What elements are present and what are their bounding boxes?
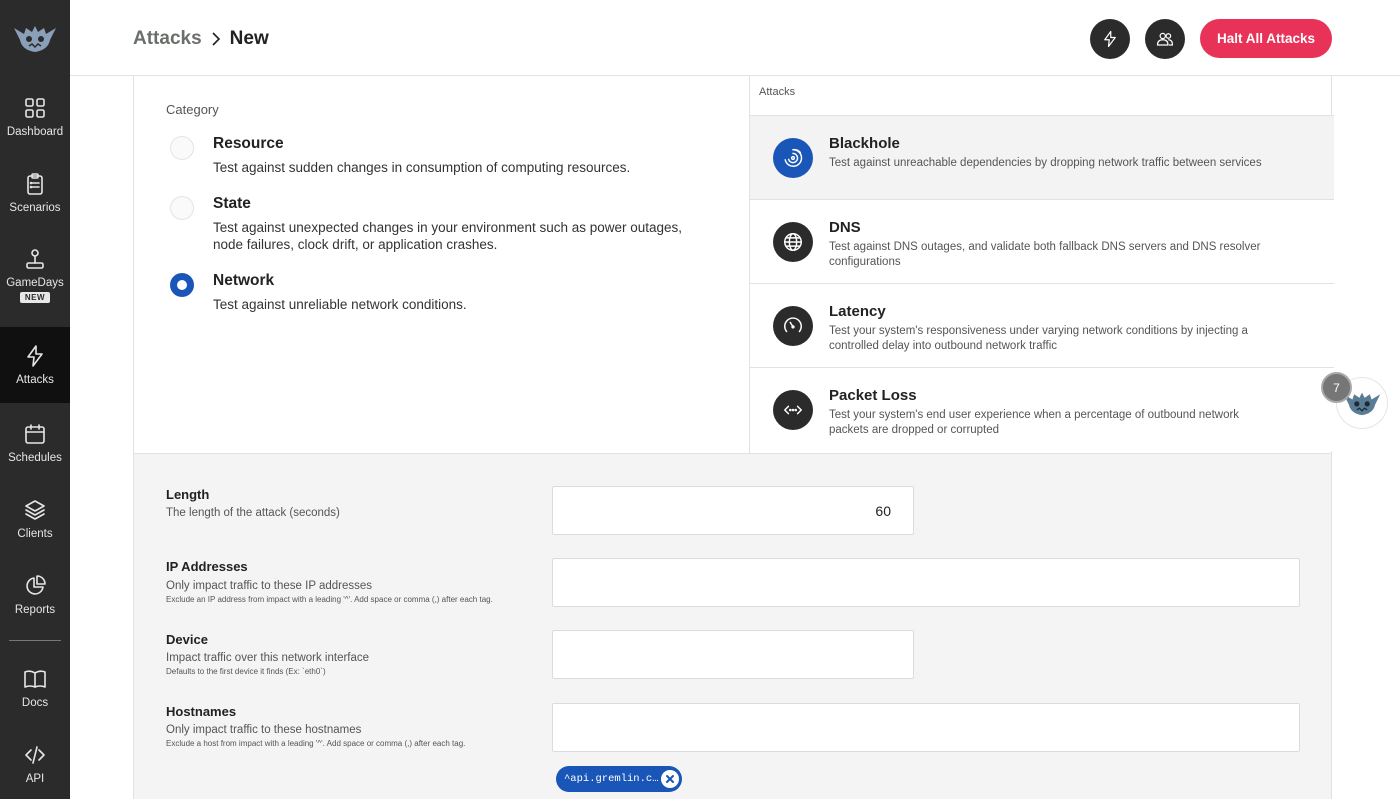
radio-network[interactable] (170, 273, 194, 297)
helper-count-badge: 7 (1321, 372, 1352, 403)
length-label: Length (166, 487, 210, 502)
lightning-icon (1104, 30, 1116, 48)
attack-description: Test your system's responsiveness under … (829, 325, 1248, 352)
chevron-right-icon (212, 32, 220, 46)
page-title: New (229, 28, 269, 49)
category-description: Test against unreliable network conditio… (213, 297, 467, 312)
layers-icon (25, 500, 45, 520)
category-title: Resource (213, 135, 284, 152)
sidebar-item-api[interactable]: API (0, 726, 70, 799)
close-icon[interactable] (661, 770, 679, 788)
attacks-list: Attacks Blackhole Test against unreachab… (749, 76, 1334, 453)
sidebar-item-scenarios[interactable]: Scenarios (0, 155, 70, 231)
halt-all-attacks-button[interactable]: Halt All Attacks (1200, 19, 1332, 58)
sidebar: Dashboard Scenarios GameDays NEW Attacks… (0, 0, 70, 799)
length-description: The length of the attack (seconds) (166, 507, 340, 519)
hostname-tag: ^api.gremlin.c… (556, 766, 682, 792)
category-description: Test against sudden changes in consumpti… (213, 160, 631, 175)
sidebar-item-label: Schedules (8, 452, 62, 464)
active-attacks-button[interactable] (1090, 19, 1130, 59)
sidebar-item-label: Reports (14, 604, 56, 616)
category-label: Category (166, 102, 219, 117)
attack-title: Latency (829, 303, 886, 320)
ip-addresses-input[interactable] (552, 558, 1300, 607)
sidebar-item-attacks[interactable]: Attacks (0, 327, 70, 403)
hostnames-label: Hostnames (166, 704, 237, 719)
sidebar-item-label: Attacks (16, 374, 54, 386)
sidebar-item-label: Dashboard (6, 126, 64, 138)
radio-resource[interactable] (170, 136, 194, 160)
sidebar-item-reports[interactable]: Reports (0, 557, 70, 633)
sidebar-item-label: GameDays (6, 277, 64, 289)
attack-item-blackhole[interactable]: Blackhole Test against unreachable depen… (750, 115, 1334, 199)
hostnames-hint: Exclude a host from impact with a leadin… (166, 739, 466, 748)
attack-description: Test against unreachable dependencies by… (829, 157, 1262, 169)
device-description: Impact traffic over this network interfa… (166, 652, 370, 664)
grid-icon (25, 98, 45, 118)
category-title: State (213, 195, 251, 212)
category-title: Network (213, 272, 275, 289)
blackhole-icon (773, 138, 813, 178)
ip-addresses-label: IP Addresses (166, 559, 248, 574)
sidebar-item-label: Clients (17, 528, 53, 540)
sidebar-item-docs[interactable]: Docs (0, 650, 70, 726)
new-badge: NEW (19, 292, 51, 303)
attack-item-dns[interactable]: DNS Test against DNS outages, and valida… (750, 199, 1334, 283)
hostnames-description: Only impact traffic to these hostnames (166, 724, 362, 736)
device-input[interactable] (552, 630, 914, 679)
attack-title: Packet Loss (829, 387, 917, 404)
speedometer-icon (773, 306, 813, 346)
hostname-tag-label: ^api.gremlin.c… (564, 773, 659, 785)
globe-icon (773, 222, 813, 262)
device-label: Device (166, 632, 208, 647)
radio-state[interactable] (170, 196, 194, 220)
clipboard-icon (27, 173, 43, 195)
lightning-icon (27, 345, 43, 367)
attack-description: Test against DNS outages, and validate b… (829, 241, 1261, 268)
packet-arrows-icon (773, 390, 813, 430)
category-description: Test against unexpected changes in your … (213, 220, 683, 252)
top-header: Attacks New Halt All Attacks (70, 0, 1400, 76)
ip-addresses-description: Only impact traffic to these IP addresse… (166, 580, 373, 592)
ip-addresses-hint: Exclude an IP address from impact with a… (166, 595, 493, 604)
code-icon (25, 746, 45, 764)
device-hint: Defaults to the first device it finds (E… (166, 667, 326, 676)
team-button[interactable] (1145, 19, 1185, 59)
attack-description: Test your system's end user experience w… (829, 409, 1240, 436)
attack-item-packet-loss[interactable]: Packet Loss Test your system's end user … (750, 367, 1334, 451)
category-section: Category Resource Test against sudden ch… (134, 76, 749, 453)
attacks-label: Attacks (759, 86, 796, 98)
calendar-icon (25, 424, 45, 444)
breadcrumb-attacks-link[interactable]: Attacks (133, 28, 202, 50)
sidebar-item-label: Docs (21, 697, 49, 709)
attack-title: DNS (829, 219, 861, 236)
hostnames-input[interactable] (552, 703, 1300, 752)
pie-chart-icon (26, 575, 46, 595)
users-icon (1156, 32, 1174, 46)
book-icon (24, 670, 46, 688)
sidebar-item-schedules[interactable]: Schedules (0, 405, 70, 481)
attack-title: Blackhole (829, 135, 900, 152)
joystick-icon (26, 249, 44, 269)
sidebar-item-clients[interactable]: Clients (0, 481, 70, 557)
sidebar-divider (9, 640, 61, 641)
gremlin-logo[interactable] (12, 20, 58, 56)
sidebar-item-dashboard[interactable]: Dashboard (0, 79, 70, 155)
new-attack-panel: Category Resource Test against sudden ch… (133, 76, 1334, 799)
sidebar-item-gamedays[interactable]: GameDays NEW (0, 233, 70, 317)
attack-item-latency[interactable]: Latency Test your system's responsivenes… (750, 283, 1334, 367)
sidebar-item-label: Scenarios (9, 202, 61, 214)
attack-settings: Length The length of the attack (seconds… (134, 453, 1331, 799)
length-input[interactable] (552, 486, 914, 535)
sidebar-item-label: API (25, 773, 45, 785)
breadcrumb: Attacks New (133, 28, 269, 50)
